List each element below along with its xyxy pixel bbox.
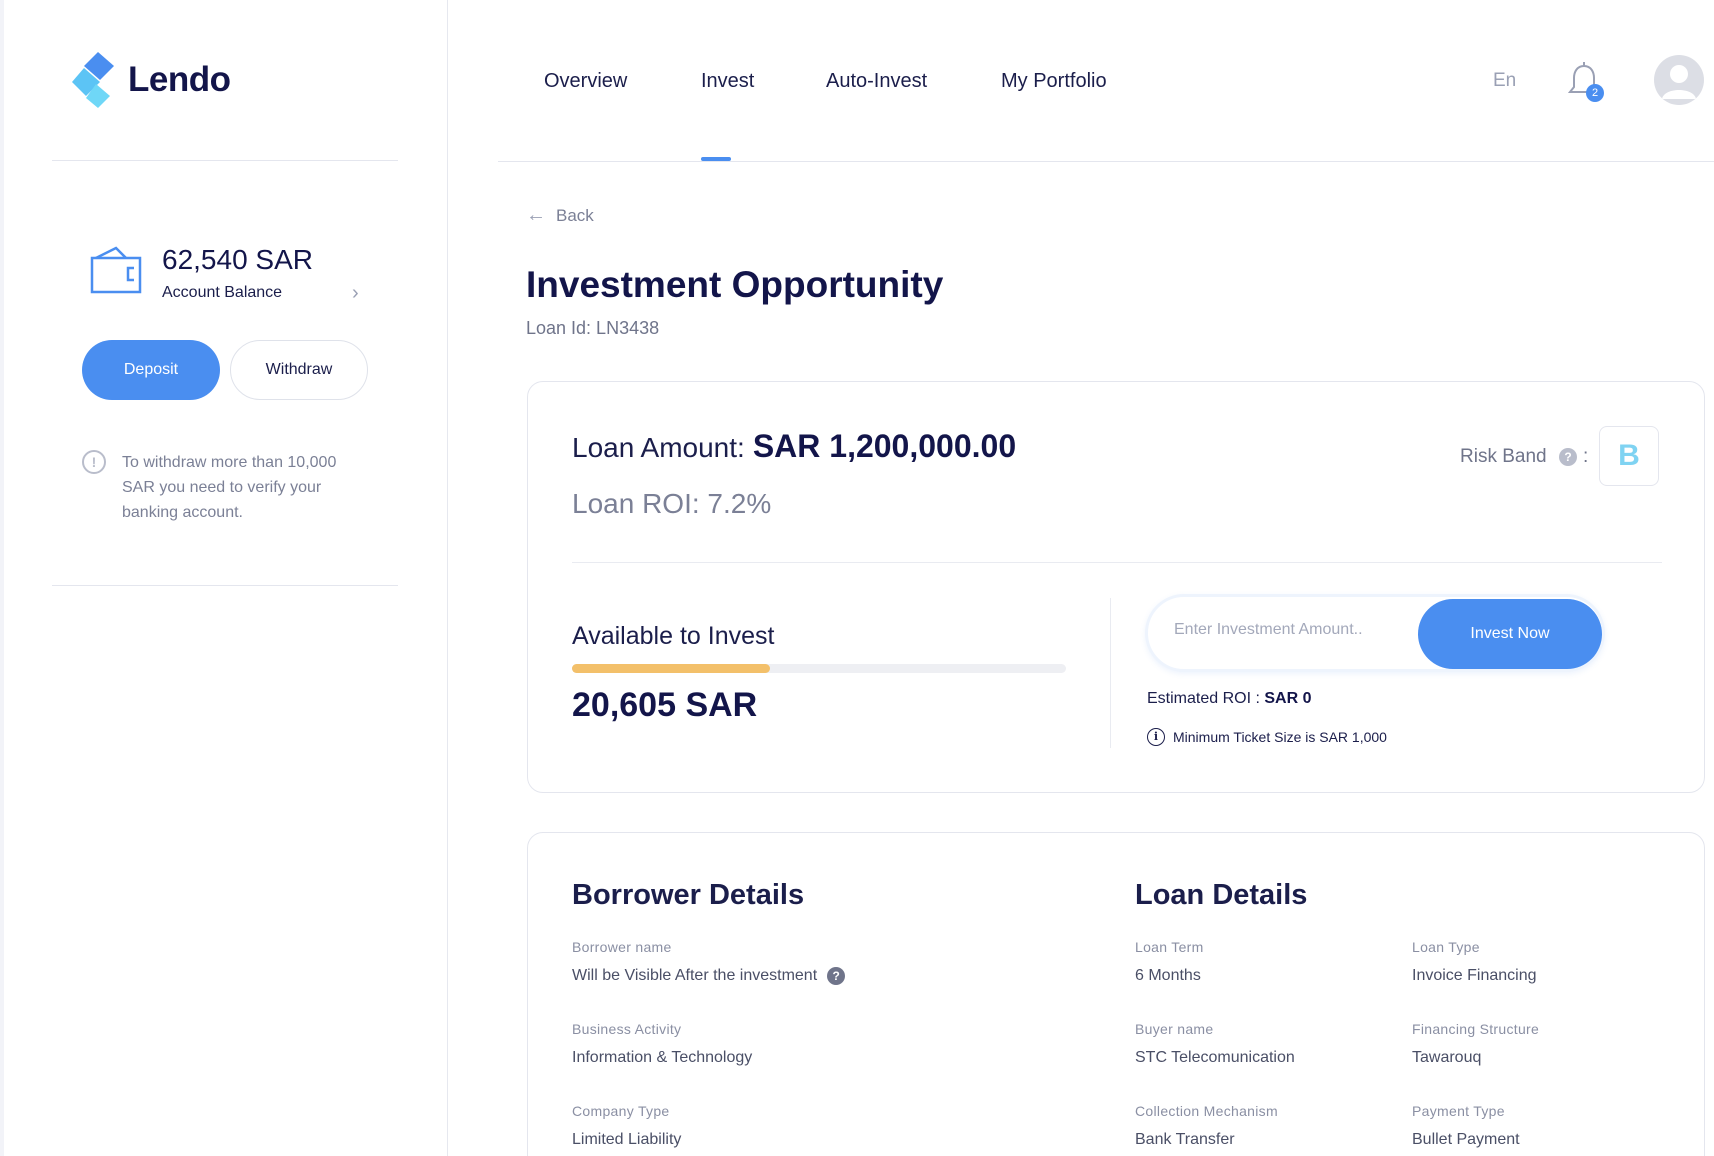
sidebar-edge — [0, 0, 4, 1156]
buyer-name-value: STC Telecomunication — [1135, 1049, 1295, 1066]
lendo-logo-icon — [72, 52, 114, 108]
invest-now-button[interactable]: Invest Now — [1418, 599, 1602, 669]
notification-badge: 2 — [1586, 84, 1604, 102]
chevron-right-icon[interactable]: › — [352, 282, 359, 305]
borrower-name-label: Borrower name — [572, 939, 672, 955]
collection-mechanism-value: Bank Transfer — [1135, 1131, 1235, 1148]
help-icon[interactable]: ? — [827, 967, 846, 985]
risk-band-badge: B — [1599, 426, 1659, 486]
alert-icon: ! — [82, 450, 106, 474]
logo[interactable]: Lendo — [70, 50, 231, 110]
nav-my-portfolio[interactable]: My Portfolio — [1001, 70, 1107, 93]
nav-overview[interactable]: Overview — [544, 70, 627, 93]
page-title: Investment Opportunity — [526, 264, 944, 305]
wallet-icon — [90, 246, 142, 294]
loan-id: Loan Id: LN3438 — [526, 318, 660, 338]
min-ticket-notice: i Minimum Ticket Size is SAR 1,000 — [1147, 728, 1387, 746]
withdraw-button[interactable]: Withdraw — [230, 340, 368, 400]
active-tab-indicator — [701, 157, 731, 161]
avatar[interactable] — [1654, 55, 1704, 105]
payment-type-label: Payment Type — [1412, 1103, 1505, 1119]
estimated-roi-value: SAR 0 — [1264, 690, 1312, 707]
min-ticket-text: Minimum Ticket Size is SAR 1,000 — [1173, 729, 1387, 745]
business-activity-label: Business Activity — [572, 1021, 682, 1037]
sidebar-divider — [52, 160, 398, 161]
vertical-divider — [1110, 598, 1111, 748]
available-amount: 20,605 SAR — [572, 686, 758, 724]
financing-structure-label: Financing Structure — [1412, 1021, 1540, 1037]
company-type-value: Limited Liability — [572, 1131, 682, 1148]
back-link[interactable]: ← Back — [526, 204, 594, 227]
payment-type-value: Bullet Payment — [1412, 1131, 1520, 1148]
loan-term-label: Loan Term — [1135, 939, 1204, 955]
available-label: Available to Invest — [572, 622, 775, 650]
borrower-details-title: Borrower Details — [572, 879, 805, 911]
user-icon — [1662, 65, 1696, 99]
balance-label: Account Balance — [162, 284, 283, 301]
risk-band-label: Risk Band — [1460, 446, 1547, 467]
back-label: Back — [556, 205, 594, 225]
company-type-label: Company Type — [572, 1103, 670, 1119]
top-nav: Overview Invest Auto-Invest My Portfolio… — [498, 0, 1714, 162]
balance-amount: 62,540 SAR — [162, 244, 313, 275]
sidebar-divider — [52, 585, 398, 586]
nav-auto-invest[interactable]: Auto-Invest — [826, 70, 927, 93]
help-icon[interactable]: ? — [1559, 448, 1577, 466]
estimated-roi-label: Estimated ROI : — [1147, 690, 1260, 707]
details-card: Borrower Details Borrower name Will be V… — [527, 832, 1705, 1156]
risk-band-separator: : — [1583, 446, 1589, 467]
loan-amount-value: SAR 1,200,000.00 — [752, 428, 1017, 464]
loan-amount-label: Loan Amount: — [572, 432, 745, 463]
business-activity-value: Information & Technology — [572, 1049, 753, 1066]
borrower-name-value: Will be Visible After the investment? — [572, 967, 846, 985]
card-divider — [572, 562, 1662, 563]
brand-name: Lendo — [128, 60, 231, 99]
borrower-name-text: Will be Visible After the investment — [572, 967, 818, 985]
buyer-name-label: Buyer name — [1135, 1021, 1214, 1037]
deposit-button[interactable]: Deposit — [82, 340, 220, 400]
loan-roi: Loan ROI: 7.2% — [572, 488, 772, 519]
loan-type-label: Loan Type — [1412, 939, 1480, 955]
notice-text: To withdraw more than 10,000 SAR you nee… — [122, 454, 337, 521]
loan-amount: Loan Amount: SAR 1,200,000.00 — [572, 428, 1016, 465]
investment-form: Invest Now — [1145, 594, 1605, 672]
available-progress-bar — [572, 664, 1066, 673]
collection-mechanism-label: Collection Mechanism — [1135, 1103, 1278, 1119]
language-switcher[interactable]: En — [1493, 70, 1516, 92]
info-icon: i — [1147, 728, 1165, 746]
nav-invest[interactable]: Invest — [701, 70, 754, 93]
arrow-left-icon: ← — [526, 204, 546, 226]
loan-type-value: Invoice Financing — [1412, 967, 1537, 984]
account-balance: 62,540 SAR Account Balance › — [90, 240, 370, 304]
investment-summary-card: Loan Amount: SAR 1,200,000.00 Loan ROI: 7… — [527, 381, 1705, 793]
investment-amount-input[interactable] — [1174, 621, 1394, 639]
loan-details-title: Loan Details — [1135, 879, 1308, 911]
sidebar: Lendo 62,540 SAR Account Balance › Depos… — [0, 0, 448, 1156]
available-progress-fill — [572, 664, 770, 673]
estimated-roi: Estimated ROI : SAR 0 — [1147, 690, 1312, 708]
loan-term-value: 6 Months — [1135, 967, 1201, 984]
financing-structure-value: Tawarouq — [1412, 1049, 1482, 1066]
